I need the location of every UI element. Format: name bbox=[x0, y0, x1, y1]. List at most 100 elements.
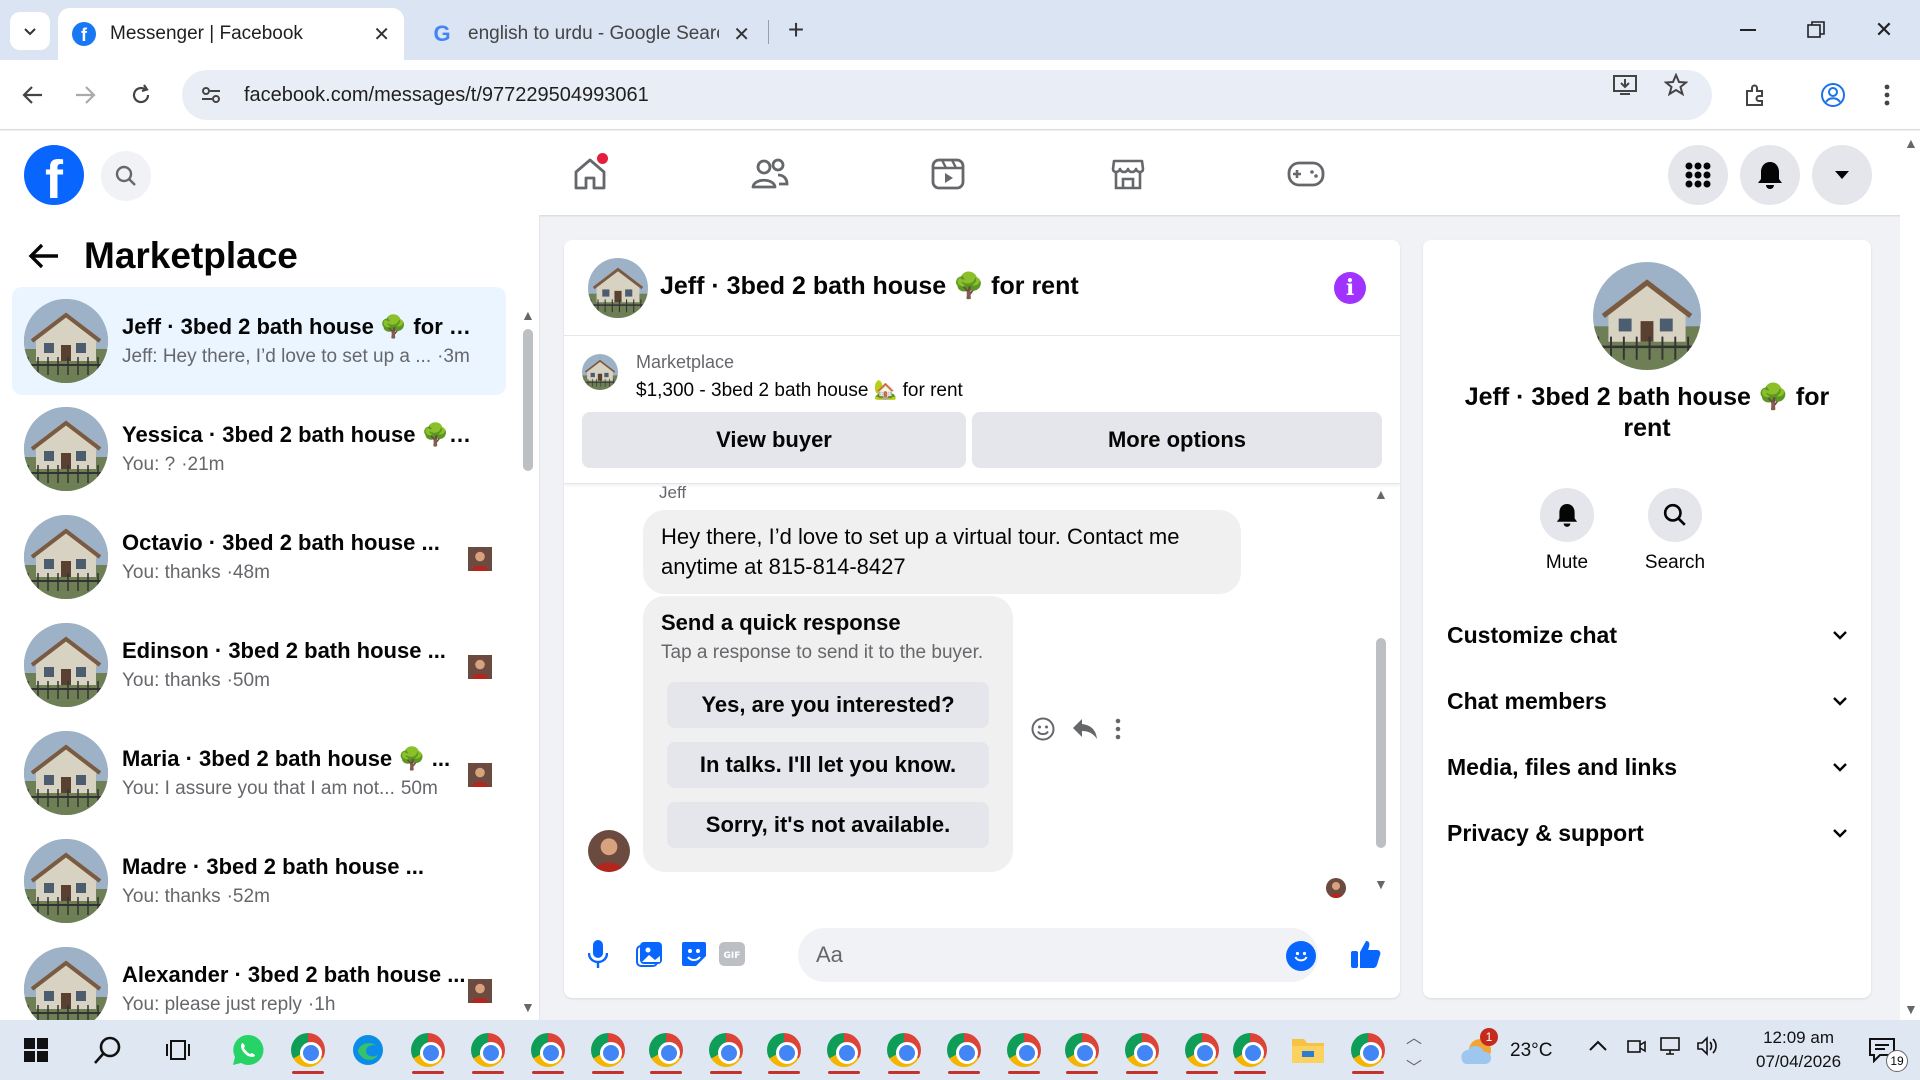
page-scrollbar[interactable]: ▲ ▼ bbox=[1900, 131, 1920, 1020]
nav-home[interactable] bbox=[560, 149, 620, 199]
quick-response-option[interactable]: Sorry, it's not available. bbox=[667, 802, 989, 848]
close-tab-icon[interactable]: ✕ bbox=[373, 22, 390, 47]
privacy-support-section[interactable]: Privacy & support bbox=[1447, 820, 1847, 847]
scroll-up-icon[interactable]: ▲ bbox=[521, 307, 535, 323]
message-input[interactable]: Aa bbox=[798, 928, 1318, 982]
more-icon[interactable] bbox=[1114, 718, 1122, 740]
conversation-item[interactable]: Jeff · 3bed 2 bath house 🌳 for r... Jeff:… bbox=[12, 287, 506, 395]
taskbar-clock[interactable]: 12:09 am 07/04/2026 bbox=[1756, 1026, 1841, 1074]
close-tab-icon[interactable]: ✕ bbox=[733, 22, 750, 47]
account-button[interactable] bbox=[1812, 145, 1872, 205]
chrome-app[interactable] bbox=[1056, 1026, 1108, 1074]
profile-icon[interactable] bbox=[1812, 74, 1854, 116]
start-button[interactable] bbox=[10, 1026, 62, 1074]
forward-button[interactable] bbox=[64, 74, 106, 116]
conversation-item[interactable]: Maria · 3bed 2 bath house 🌳 ... You: I as… bbox=[12, 719, 506, 827]
chrome-app[interactable] bbox=[938, 1026, 990, 1074]
taskbar-scroll-up-icon[interactable]: ︿ bbox=[1406, 1024, 1422, 1048]
message-bubble[interactable]: Hey there, I’d love to set up a virtual … bbox=[643, 510, 1241, 594]
address-bar[interactable]: facebook.com/messages/t/977229504993061 bbox=[182, 70, 1712, 120]
voice-clip-button[interactable] bbox=[578, 934, 618, 974]
conversation-item[interactable]: Yessica · 3bed 2 bath house 🌳 f... You: ?… bbox=[12, 395, 506, 503]
chrome-app[interactable] bbox=[522, 1026, 574, 1074]
site-settings-icon[interactable] bbox=[200, 84, 222, 106]
scroll-down-icon[interactable]: ▼ bbox=[1904, 1001, 1918, 1017]
scroll-down-icon[interactable]: ▼ bbox=[1374, 876, 1388, 892]
chrome-app[interactable] bbox=[700, 1026, 752, 1074]
view-buyer-button[interactable]: View buyer bbox=[582, 412, 966, 468]
chrome-app[interactable] bbox=[640, 1026, 692, 1074]
scrollbar-thumb[interactable] bbox=[1376, 638, 1386, 848]
conversation-item[interactable]: Octavio · 3bed 2 bath house ... You: than… bbox=[12, 503, 506, 611]
sender-avatar[interactable] bbox=[588, 830, 630, 872]
task-view-button[interactable] bbox=[152, 1026, 204, 1074]
customize-chat-section[interactable]: Customize chat bbox=[1447, 622, 1847, 649]
attach-photo-button[interactable] bbox=[630, 934, 670, 974]
media-files-links-section[interactable]: Media, files and links bbox=[1447, 754, 1847, 781]
meet-now-icon[interactable] bbox=[1626, 1036, 1646, 1062]
restore-button[interactable] bbox=[1788, 10, 1844, 50]
file-explorer-app[interactable] bbox=[1282, 1026, 1334, 1074]
url-text[interactable]: facebook.com/messages/t/977229504993061 bbox=[244, 84, 649, 107]
notifications-button[interactable] bbox=[1740, 145, 1800, 205]
chrome-app[interactable] bbox=[582, 1026, 634, 1074]
chat-members-section[interactable]: Chat members bbox=[1447, 688, 1847, 715]
gif-button[interactable]: GIF bbox=[712, 934, 752, 974]
profile-avatar[interactable] bbox=[1593, 262, 1701, 370]
reload-button[interactable] bbox=[120, 74, 162, 116]
chrome-app[interactable] bbox=[1224, 1026, 1276, 1074]
chrome-app[interactable] bbox=[462, 1026, 514, 1074]
network-icon[interactable] bbox=[1658, 1036, 1682, 1062]
close-window-button[interactable]: ✕ bbox=[1856, 10, 1912, 50]
chrome-app[interactable] bbox=[1342, 1026, 1394, 1074]
conversation-item[interactable]: Edinson · 3bed 2 bath house ... You: than… bbox=[12, 611, 506, 719]
weather-widget-icon[interactable]: 1 bbox=[1452, 1026, 1504, 1074]
listing-title[interactable]: $1,300 - 3bed 2 bath house 🏡 for rent bbox=[636, 378, 963, 402]
install-app-icon[interactable] bbox=[1612, 73, 1638, 103]
nav-friends[interactable] bbox=[740, 149, 800, 199]
more-options-button[interactable]: More options bbox=[972, 412, 1382, 468]
chrome-app[interactable] bbox=[282, 1026, 334, 1074]
minimize-button[interactable] bbox=[1720, 10, 1776, 50]
chrome-app[interactable] bbox=[402, 1026, 454, 1074]
chat-scrollbar[interactable]: ▲ ▼ bbox=[1372, 486, 1390, 896]
tab-google-search[interactable]: G english to urdu - Google Search ✕ bbox=[416, 8, 764, 60]
sticker-button[interactable] bbox=[674, 934, 714, 974]
react-emoji-icon[interactable] bbox=[1030, 716, 1056, 742]
extensions-icon[interactable] bbox=[1734, 74, 1776, 116]
arrow-left-icon[interactable] bbox=[28, 242, 60, 270]
weather-temperature[interactable]: 23°C bbox=[1510, 1040, 1552, 1062]
chat-title[interactable]: Jeff · 3bed 2 bath house 🌳 for rent bbox=[660, 272, 1079, 301]
quick-response-option[interactable]: Yes, are you interested? bbox=[667, 682, 989, 728]
listing-thumbnail[interactable] bbox=[582, 354, 618, 390]
tab-search-button[interactable] bbox=[10, 12, 50, 50]
chrome-app[interactable] bbox=[878, 1026, 930, 1074]
chrome-app[interactable] bbox=[1116, 1026, 1168, 1074]
search-in-chat-button[interactable]: Search bbox=[1625, 488, 1725, 574]
nav-watch[interactable] bbox=[918, 149, 978, 199]
nav-gaming[interactable] bbox=[1276, 149, 1336, 199]
volume-icon[interactable] bbox=[1696, 1036, 1720, 1062]
like-send-button[interactable] bbox=[1346, 934, 1386, 974]
edge-app[interactable] bbox=[342, 1026, 394, 1074]
show-hidden-icons-icon[interactable] bbox=[1588, 1036, 1608, 1058]
taskbar-search-button[interactable] bbox=[82, 1026, 134, 1074]
whatsapp-app[interactable] bbox=[222, 1026, 274, 1074]
menu-button[interactable] bbox=[1668, 145, 1728, 205]
mute-button[interactable]: Mute bbox=[1517, 488, 1617, 574]
facebook-logo[interactable]: f bbox=[24, 145, 84, 205]
scroll-up-icon[interactable]: ▲ bbox=[1904, 135, 1918, 151]
list-scrollbar[interactable]: ▲ bbox=[521, 307, 535, 685]
notification-center-button[interactable]: 19 bbox=[1856, 1026, 1908, 1074]
new-tab-button[interactable]: + bbox=[778, 12, 814, 48]
taskbar-scroll-down-icon[interactable]: ﹀ bbox=[1406, 1054, 1422, 1078]
scroll-down-icon[interactable]: ▼ bbox=[521, 999, 535, 1015]
scrollbar-thumb[interactable] bbox=[523, 329, 533, 471]
back-button[interactable] bbox=[12, 74, 54, 116]
quick-response-option[interactable]: In talks. I'll let you know. bbox=[667, 742, 989, 788]
chrome-app[interactable] bbox=[998, 1026, 1050, 1074]
emoji-button[interactable] bbox=[1286, 941, 1316, 971]
chrome-app[interactable] bbox=[758, 1026, 810, 1074]
chat-avatar[interactable] bbox=[588, 258, 648, 318]
browser-menu-icon[interactable] bbox=[1866, 74, 1908, 116]
